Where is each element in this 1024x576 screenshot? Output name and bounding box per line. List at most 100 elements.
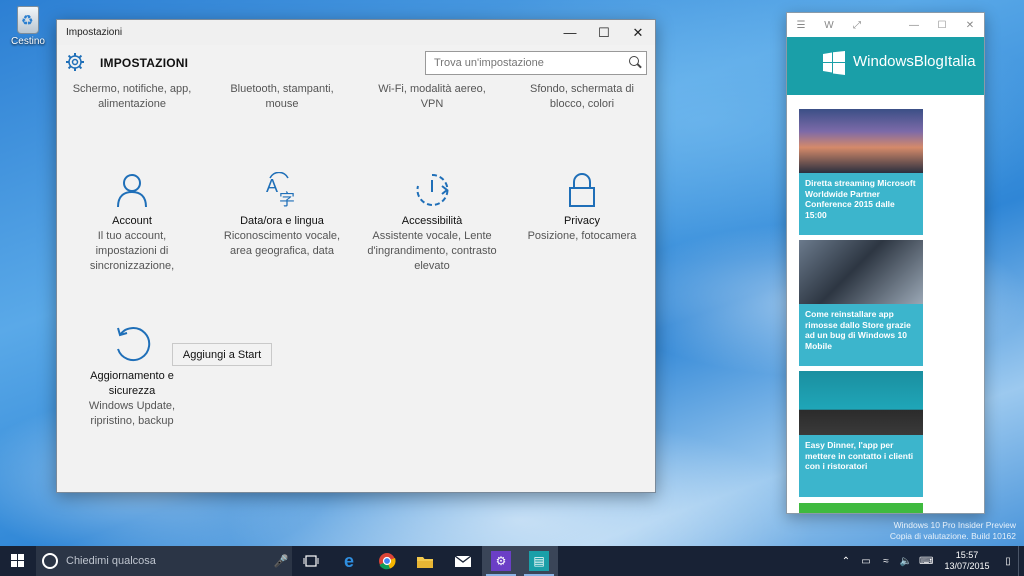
settings-search-input[interactable] <box>426 52 624 74</box>
window-title: Impostazioni <box>66 27 123 38</box>
article-image <box>799 240 923 304</box>
taskbar: Chiedimi qualcosa 🎤 e ⚙ ▤ ⌃ ▭ ≈ 🔈 ⌨ 15:5… <box>0 546 1024 576</box>
settings-titlebar[interactable]: Impostazioni — ☐ ✕ <box>57 20 655 45</box>
expand-icon[interactable]: ⤢ <box>843 20 871 31</box>
clock-time: 15:57 <box>955 550 979 560</box>
category-description: Riconoscimento vocale, area geografica, … <box>223 230 341 257</box>
show-desktop-button[interactable] <box>1018 546 1024 576</box>
microphone-icon[interactable]: 🎤 <box>270 554 292 568</box>
chrome-taskbar-button[interactable] <box>368 546 406 576</box>
category-name: Privacy <box>563 215 601 227</box>
lock-icon <box>569 173 595 207</box>
update-icon <box>117 327 151 362</box>
folder-icon <box>417 556 433 568</box>
category-description: Windows Update, ripristino, backup <box>88 400 176 427</box>
task-view-button[interactable] <box>292 546 330 576</box>
action-center-icon[interactable]: ▯ <box>1001 556 1015 567</box>
svg-text:字: 字 <box>279 190 295 208</box>
app-titlebar[interactable]: ☰ W ⤢ — ☐ ✕ <box>787 13 984 37</box>
article-title: Diretta streaming Microsoft Worldwide Pa… <box>799 173 923 235</box>
settings-heading: IMPOSTAZIONI <box>100 56 189 70</box>
edge-icon: e <box>343 550 354 571</box>
category-name: Data/ora e lingua <box>240 215 324 227</box>
task-view-icon <box>303 555 319 567</box>
blog-app-icon: ▤ <box>529 551 549 571</box>
maximize-button[interactable]: ☐ <box>587 20 621 45</box>
blog-app-window: ☰ W ⤢ — ☐ ✕ WindowsBlogItalia Diretta st… <box>786 12 985 514</box>
app-brand-title: WindowsBlogItalia <box>853 53 976 70</box>
settings-window: Impostazioni — ☐ ✕ IMPOSTAZIONI Schermo,… <box>56 19 656 493</box>
category-description: Il tuo account, impostazioni di sincroni… <box>89 230 175 272</box>
category-time-language[interactable]: A 字 Data/ora e lingua Riconoscimento voc… <box>217 172 347 259</box>
volume-icon[interactable]: 🔈 <box>899 556 913 567</box>
build-watermark: Windows 10 Pro Insider Preview Copia di … <box>890 520 1016 542</box>
close-button[interactable]: ✕ <box>956 20 984 31</box>
category-personalization[interactable]: Sfondo, schermata di blocco, colori <box>517 82 647 112</box>
article-card[interactable]: Easy Dinner, l'app per mettere in contat… <box>799 371 923 497</box>
recycle-bin-label: Cestino <box>11 36 45 47</box>
close-button[interactable]: ✕ <box>621 20 655 45</box>
recycle-bin-desktop-icon[interactable]: Cestino <box>6 6 50 47</box>
clock-date: 13/07/2015 <box>944 561 990 571</box>
person-icon <box>117 174 147 208</box>
category-description: Sfondo, schermata di blocco, colori <box>530 83 634 110</box>
battery-icon[interactable]: ▭ <box>859 556 873 567</box>
article-card[interactable]: Come reinstallare app rimosse dallo Stor… <box>799 240 923 366</box>
chevron-up-icon[interactable]: ⌃ <box>839 556 853 567</box>
article-card-partial[interactable] <box>799 503 923 513</box>
search-icon[interactable] <box>624 52 646 74</box>
hamburger-menu-icon[interactable]: ☰ <box>787 20 815 31</box>
blog-app-taskbar-button[interactable]: ▤ <box>520 546 558 576</box>
time-language-icon: A 字 <box>266 172 295 208</box>
mail-icon <box>454 554 472 567</box>
category-name: Account <box>112 215 152 227</box>
chrome-icon <box>379 553 396 570</box>
minimize-button[interactable]: — <box>900 20 928 31</box>
category-description: Schermo, notifiche, app, alimentazione <box>72 83 192 110</box>
edge-taskbar-button[interactable]: e <box>330 546 368 576</box>
settings-search-box[interactable] <box>425 51 647 75</box>
article-title: Easy Dinner, l'app per mettere in contat… <box>799 435 923 497</box>
pin-to-start-tooltip[interactable]: Aggiungi a Start <box>172 343 272 366</box>
minimize-button[interactable]: — <box>553 20 587 45</box>
category-description: Bluetooth, stampanti, mouse <box>230 83 334 110</box>
clock[interactable]: 15:57 13/07/2015 <box>938 550 996 572</box>
article-title: Come reinstallare app rimosse dallo Stor… <box>799 304 923 366</box>
article-image <box>799 371 923 435</box>
category-network[interactable]: Wi-Fi, modalità aereo, VPN <box>367 82 497 112</box>
category-ease-of-access[interactable]: Accessibilità Assistente vocale, Lente d… <box>367 172 497 274</box>
category-account[interactable]: Account Il tuo account, impostazioni di … <box>67 172 197 274</box>
system-tray: ⌃ ▭ ≈ 🔈 ⌨ 15:57 13/07/2015 ▯ <box>836 546 1024 576</box>
category-name: Aggiornamento e sicurezza <box>90 370 174 397</box>
maximize-button[interactable]: ☐ <box>928 20 956 31</box>
category-description: Posizione, fotocamera <box>527 230 637 242</box>
category-privacy[interactable]: Privacy Posizione, fotocamera <box>517 172 647 244</box>
cortana-icon <box>42 553 58 569</box>
wifi-icon[interactable]: ≈ <box>879 556 893 567</box>
settings-app-icon: ⚙ <box>491 551 511 571</box>
windows-logo-icon <box>823 51 845 75</box>
cortana-search-placeholder: Chiedimi qualcosa <box>66 555 156 567</box>
category-description: Assistente vocale, Lente d'ingrandimento… <box>367 230 497 272</box>
category-devices[interactable]: Bluetooth, stampanti, mouse <box>217 82 347 112</box>
category-system[interactable]: Schermo, notifiche, app, alimentazione <box>67 82 197 112</box>
app-header: WindowsBlogItalia <box>787 37 984 95</box>
category-update-security[interactable]: Aggiornamento e sicurezza Windows Update… <box>67 323 197 429</box>
category-name: Accessibilità <box>401 215 463 227</box>
windows-logo-icon <box>11 554 17 560</box>
keyboard-icon[interactable]: ⌨ <box>919 556 933 567</box>
article-image <box>799 109 923 173</box>
app-w-label: W <box>824 19 834 31</box>
article-card[interactable]: Diretta streaming Microsoft Worldwide Pa… <box>799 109 923 235</box>
gear-icon <box>66 53 84 71</box>
settings-taskbar-button[interactable]: ⚙ <box>482 546 520 576</box>
category-description: Wi-Fi, modalità aereo, VPN <box>378 83 486 110</box>
watermark-line: Windows 10 Pro Insider Preview <box>893 520 1016 530</box>
recycle-bin-icon <box>17 6 39 34</box>
mail-taskbar-button[interactable] <box>444 546 482 576</box>
cortana-search-box[interactable]: Chiedimi qualcosa 🎤 <box>36 546 292 576</box>
start-button[interactable] <box>0 546 36 576</box>
ease-of-access-icon <box>416 173 449 206</box>
file-explorer-taskbar-button[interactable] <box>406 546 444 576</box>
watermark-line: Copia di valutazione. Build 10162 <box>889 531 1016 541</box>
